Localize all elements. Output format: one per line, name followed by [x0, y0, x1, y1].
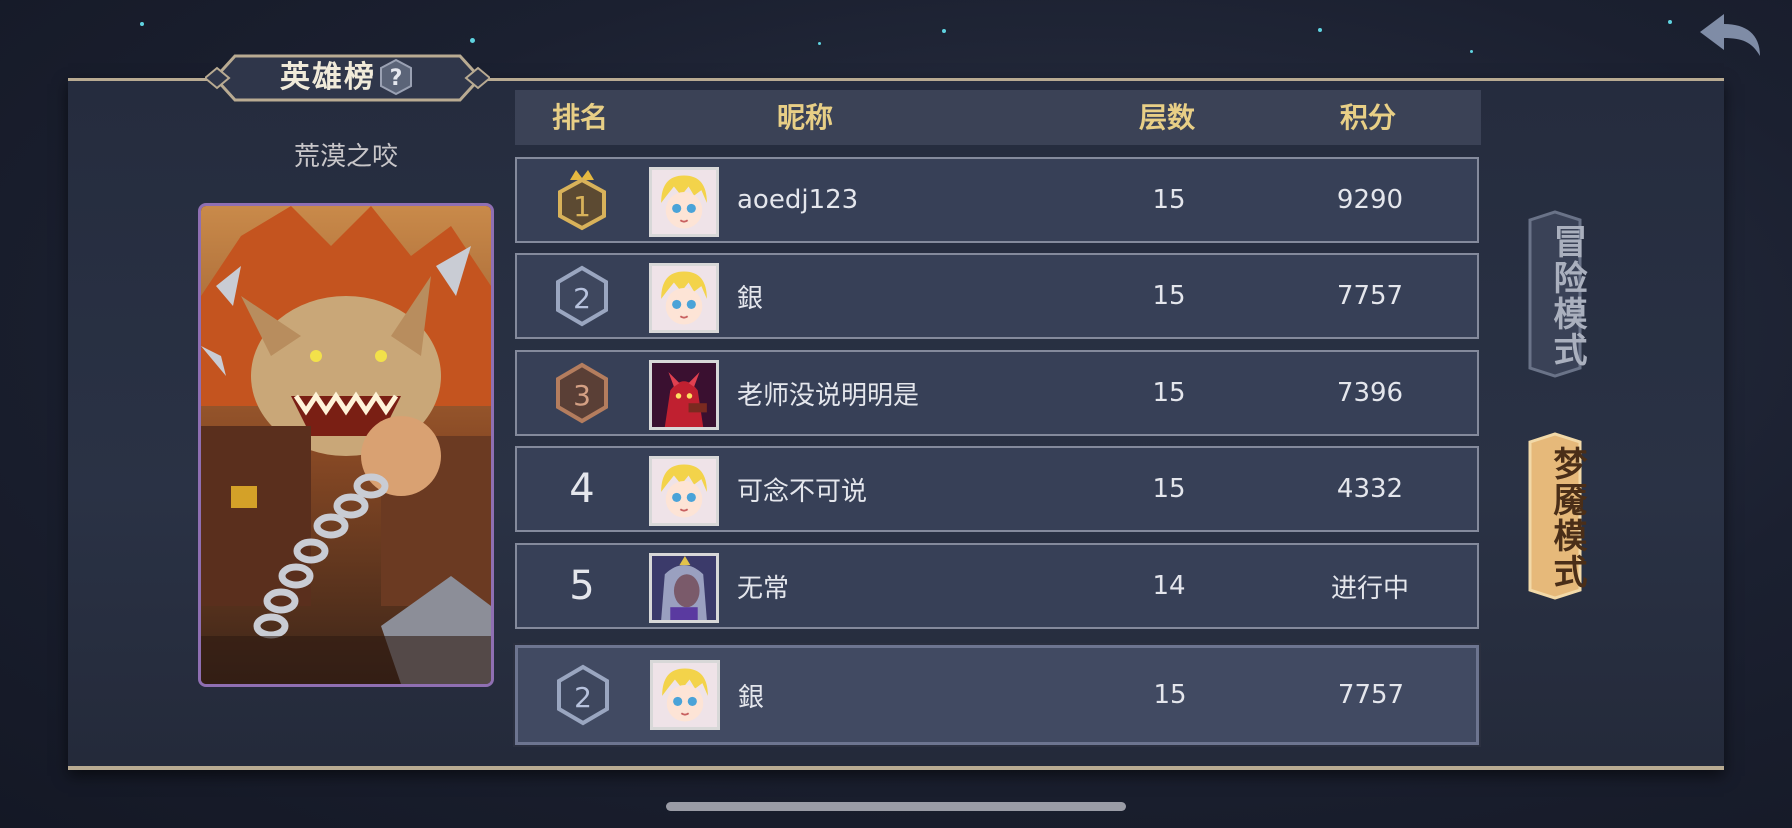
- player-level: 15: [1152, 185, 1186, 215]
- back-button[interactable]: [1696, 10, 1766, 60]
- home-indicator[interactable]: [666, 802, 1126, 811]
- question-icon: ?: [380, 58, 412, 96]
- tab-label: 梦魇模式: [1547, 446, 1587, 590]
- rank-number: 1: [573, 190, 591, 223]
- rank-number: 2: [573, 282, 591, 315]
- player-name: 老师没说明明是: [737, 380, 920, 411]
- rank-number: 5: [569, 563, 595, 609]
- table-row[interactable]: 3 老师没说明明是 15 7396: [515, 350, 1479, 436]
- avatar[interactable]: [649, 167, 719, 237]
- player-level: 15: [1152, 281, 1186, 311]
- player-score: 4332: [1336, 474, 1404, 504]
- player-level: 15: [1152, 474, 1186, 504]
- hexagon-badge-icon: 2: [557, 664, 609, 726]
- star-decoration: [1668, 20, 1672, 24]
- star-decoration: [1470, 50, 1473, 53]
- tab-label: 冒险模式: [1547, 224, 1587, 368]
- avatar[interactable]: [649, 553, 719, 623]
- rank-badge: 2: [517, 255, 647, 337]
- avatar[interactable]: [650, 660, 720, 730]
- player-score: 7757: [1337, 680, 1405, 710]
- star-decoration: [1318, 28, 1322, 32]
- boss-portrait: [198, 203, 494, 687]
- help-button[interactable]: ?: [378, 58, 414, 96]
- hexagon-badge-icon: 2: [556, 265, 608, 327]
- table-row[interactable]: 4 可念不可说 15 4332: [515, 446, 1479, 532]
- rank-badge: 1: [517, 159, 647, 241]
- player-score: 7396: [1336, 378, 1404, 408]
- table-row[interactable]: 5 无常 14 进行中: [515, 543, 1479, 629]
- rank-number: 4: [569, 466, 595, 512]
- column-header-score: 积分: [1339, 101, 1396, 134]
- avatar[interactable]: [649, 456, 719, 526]
- column-header-level: 层数: [1138, 101, 1195, 134]
- hexagon-badge-icon: 3: [556, 362, 608, 424]
- player-level: 14: [1152, 571, 1186, 601]
- crown-badge-icon: 1: [558, 170, 606, 231]
- boss-name: 荒漠之咬: [293, 142, 398, 172]
- player-score: 7757: [1336, 281, 1404, 311]
- rank-number: 3: [573, 379, 591, 412]
- star-decoration: [818, 42, 821, 45]
- rank-badge: 2: [518, 648, 648, 742]
- rank-badge: 3: [517, 352, 647, 434]
- star-decoration: [140, 22, 144, 26]
- player-level: 15: [1153, 680, 1187, 710]
- column-header-rank: 排名: [551, 101, 608, 134]
- star-decoration: [470, 38, 475, 43]
- player-name: 銀: [737, 283, 764, 314]
- table-row[interactable]: 1 aoedj123 15 9290: [515, 157, 1479, 243]
- back-arrow-icon: [1700, 14, 1760, 56]
- page-title: 英雄榜: [280, 60, 376, 95]
- svg-text:?: ?: [390, 66, 403, 91]
- column-header-nickname: 昵称: [776, 101, 833, 134]
- rank-number: 2: [574, 681, 592, 714]
- tab-adventure-mode[interactable]: 冒险模式: [1526, 210, 1587, 378]
- my-rank-row[interactable]: 2 銀 15 7757: [513, 643, 1481, 747]
- player-name: 无常: [737, 573, 790, 604]
- avatar[interactable]: [649, 360, 719, 430]
- player-score: 9290: [1336, 185, 1404, 215]
- player-name: 可念不可说: [737, 476, 868, 507]
- table-header: 排名 昵称 层数 积分: [515, 90, 1481, 145]
- star-decoration: [942, 29, 946, 33]
- avatar[interactable]: [649, 263, 719, 333]
- player-level: 15: [1152, 378, 1186, 408]
- table-row[interactable]: 2 銀 15 7757: [515, 253, 1479, 339]
- player-name: 銀: [738, 682, 765, 713]
- player-name: aoedj123: [737, 185, 859, 215]
- player-score: 进行中: [1330, 573, 1409, 604]
- tab-nightmare-mode[interactable]: 梦魇模式: [1526, 432, 1587, 600]
